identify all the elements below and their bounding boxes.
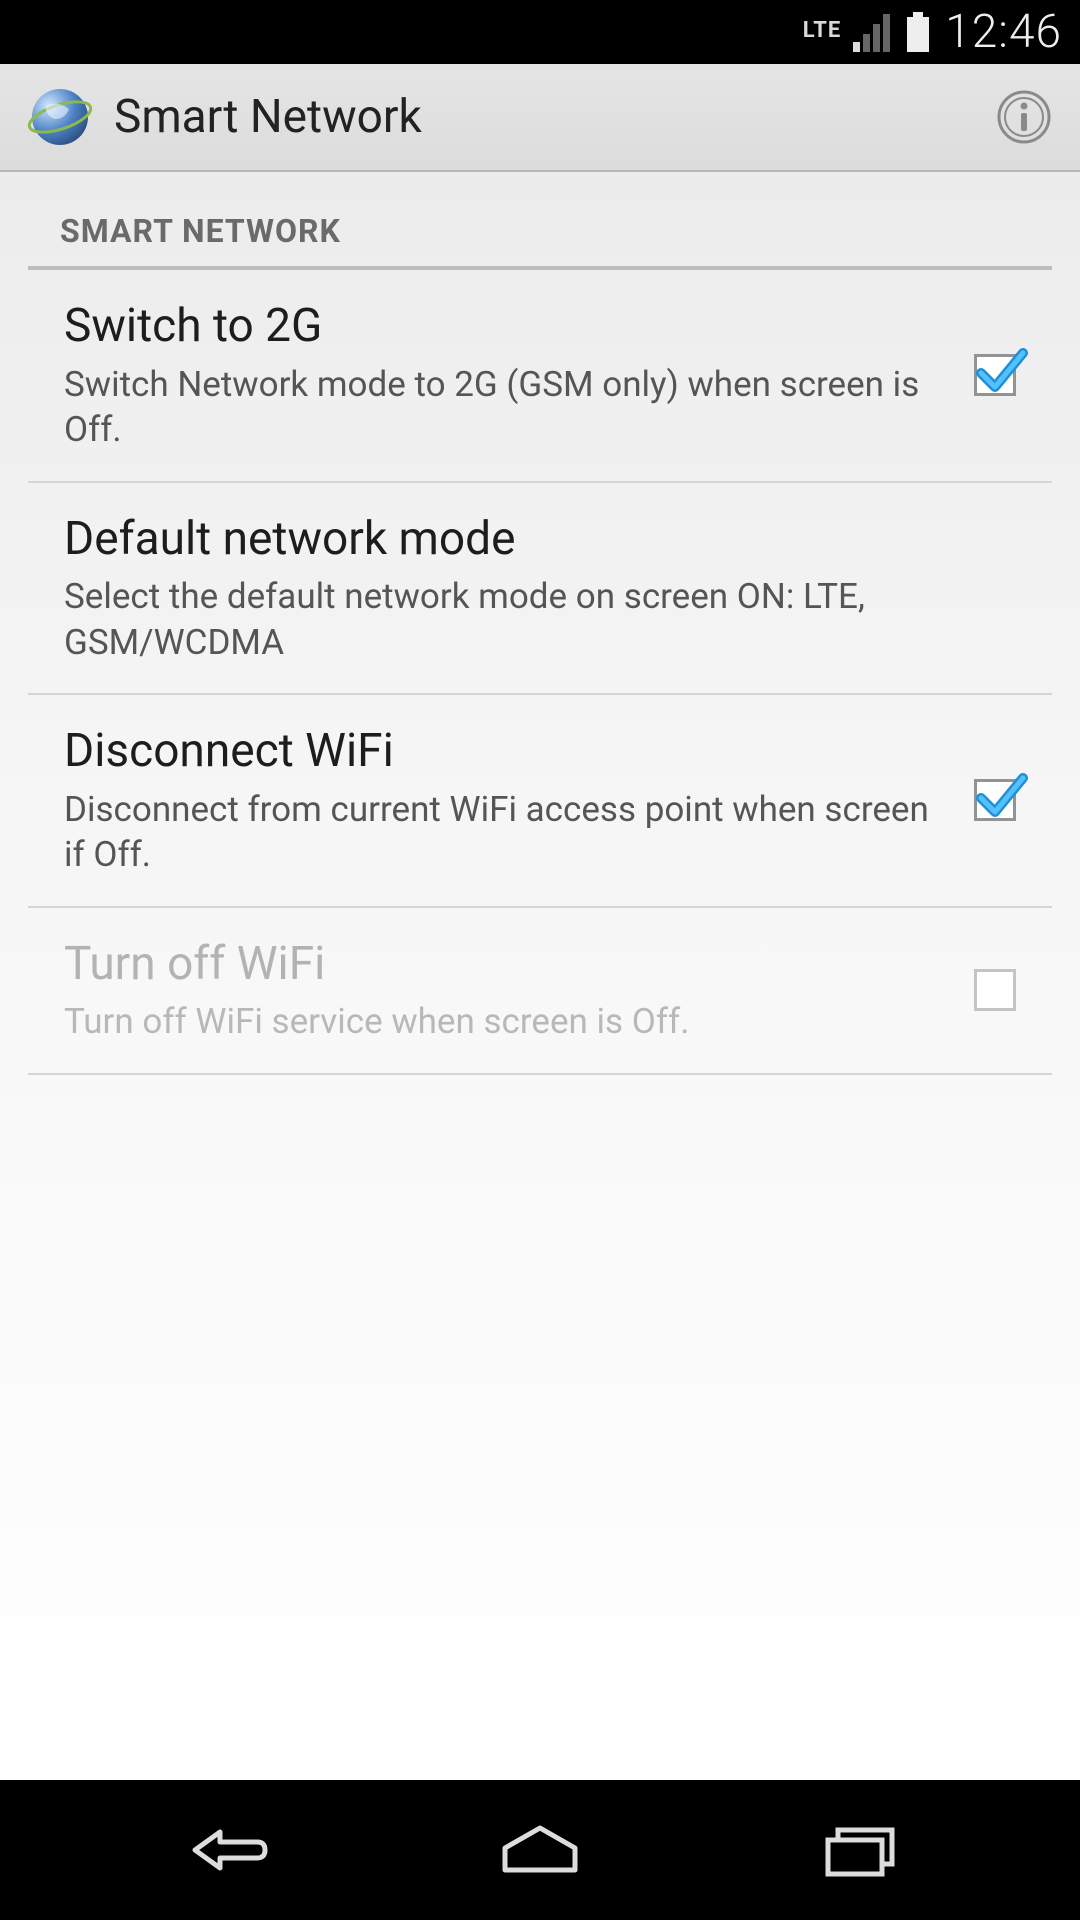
navigation-bar [0,1780,1080,1920]
app-title: Smart Network [114,90,992,144]
pref-switch-2g[interactable]: Switch to 2G Switch Network mode to 2G (… [28,270,1052,483]
pref-turn-off-wifi: Turn off WiFi Turn off WiFi service when… [28,908,1052,1075]
checkbox-switch-2g[interactable] [974,354,1016,396]
pref-title: Turn off WiFi [64,936,944,994]
content-area: SMART NETWORK Switch to 2G Switch Networ… [0,172,1080,1780]
recent-apps-icon [810,1820,910,1880]
status-clock: 12:46 [945,5,1062,59]
pref-summary: Disconnect from current WiFi access poin… [64,787,944,878]
info-icon [996,89,1052,145]
checkbox-disconnect-wifi[interactable] [974,779,1016,821]
nav-home-button[interactable] [480,1810,600,1890]
pref-text: Switch to 2G Switch Network mode to 2G (… [64,298,974,453]
pref-title: Switch to 2G [64,298,944,356]
back-icon [165,1820,275,1880]
status-bar: LTE 12:46 [0,0,1080,64]
pref-summary: Select the default network mode on scree… [64,574,986,665]
pref-summary: Turn off WiFi service when screen is Off… [64,999,944,1045]
battery-icon [905,12,931,52]
status-icons: LTE [803,12,931,52]
home-icon [490,1820,590,1880]
pref-summary: Switch Network mode to 2G (GSM only) whe… [64,362,944,453]
action-bar: Smart Network [0,64,1080,172]
pref-disconnect-wifi[interactable]: Disconnect WiFi Disconnect from current … [28,695,1052,908]
lte-label: LTE [803,18,841,43]
pref-text: Default network mode Select the default … [64,511,1016,666]
info-button[interactable] [992,85,1056,149]
pref-title: Disconnect WiFi [64,723,944,781]
app-globe-icon [24,81,96,153]
nav-recent-button[interactable] [800,1810,920,1890]
nav-back-button[interactable] [160,1810,280,1890]
pref-text: Turn off WiFi Turn off WiFi service when… [64,936,974,1045]
signal-icon [853,12,893,52]
pref-text: Disconnect WiFi Disconnect from current … [64,723,974,878]
section-header: SMART NETWORK [28,182,1052,270]
pref-title: Default network mode [64,511,986,569]
checkmark-icon [973,343,1029,399]
checkbox-turn-off-wifi [974,969,1016,1011]
pref-default-network-mode[interactable]: Default network mode Select the default … [28,483,1052,696]
checkmark-icon [973,768,1029,824]
